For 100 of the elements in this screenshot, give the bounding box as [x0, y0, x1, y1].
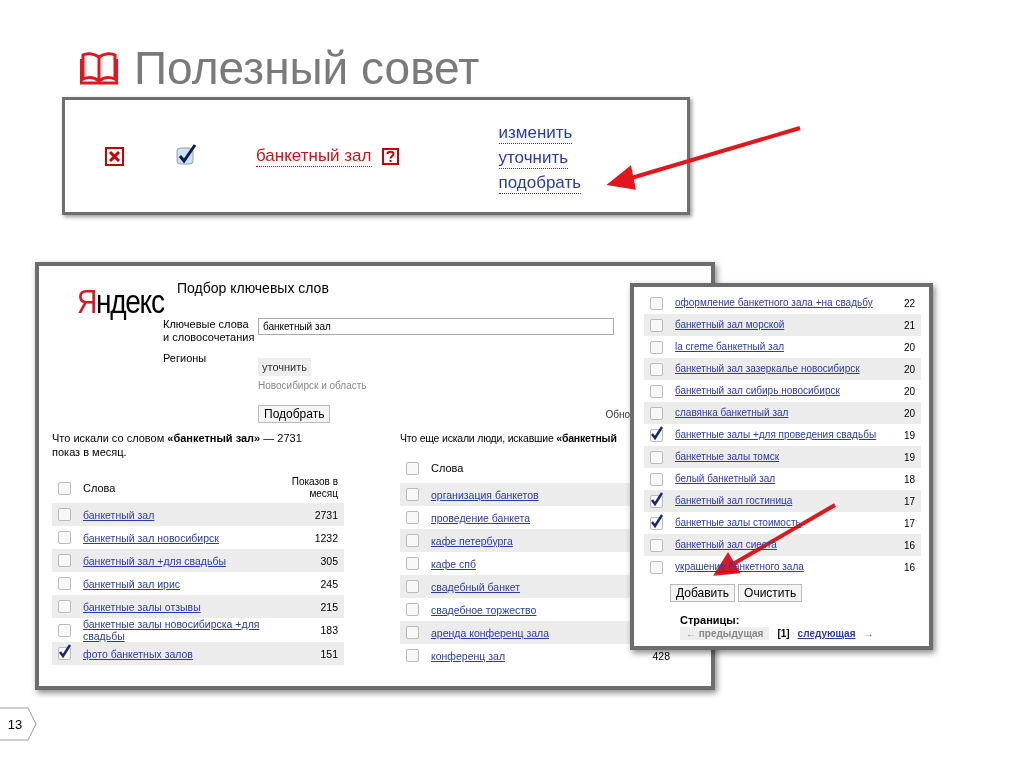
- column-header: Слова: [83, 482, 116, 494]
- checkbox[interactable]: [406, 649, 419, 662]
- current-page: [1]: [777, 628, 790, 639]
- update-text: Обно: [605, 408, 630, 420]
- checkbox[interactable]: [406, 603, 419, 616]
- checkbox[interactable]: [406, 626, 419, 639]
- keyword-link[interactable]: la creme банкетный зал: [675, 341, 785, 353]
- action-link[interactable]: изменить: [498, 122, 573, 144]
- checkbox[interactable]: [650, 516, 663, 530]
- keyword-link[interactable]: белый банкетный зал: [675, 473, 776, 485]
- delete-icon[interactable]: [105, 146, 124, 166]
- keyword-link[interactable]: банкетный зал сибирь новосибирск: [675, 385, 840, 397]
- column-header: Показов в месяц: [290, 476, 338, 500]
- checkbox[interactable]: [58, 554, 71, 567]
- field-label: Ключевые слова и словосочетания: [163, 318, 255, 344]
- impressions-count: 20: [903, 363, 915, 375]
- action-link[interactable]: уточнить: [498, 147, 569, 169]
- keyword-link[interactable]: банкетный зал гостиница: [675, 495, 793, 507]
- checkbox[interactable]: [58, 577, 71, 590]
- checkbox[interactable]: [406, 511, 419, 524]
- keyword-link[interactable]: банкетные залы новосибирска +для свадьбы: [83, 618, 273, 642]
- impressions-count: 151: [320, 647, 338, 660]
- action-button[interactable]: Добавить: [670, 584, 736, 602]
- keyword-link[interactable]: банкетный зал зазеркалье новосибирск: [675, 363, 860, 375]
- keyword-link[interactable]: банкетные залы +для проведения свадьбы: [675, 429, 877, 441]
- checkbox[interactable]: [650, 296, 663, 310]
- keyword-link[interactable]: банкетные залы томск: [675, 451, 780, 463]
- checkbox[interactable]: [406, 461, 419, 475]
- impressions-count: 245: [320, 577, 338, 590]
- checkbox[interactable]: [650, 406, 663, 420]
- column-header: Слова: [431, 462, 464, 474]
- checkbox[interactable]: [650, 340, 663, 354]
- impressions-count: 20: [903, 385, 915, 397]
- keyword-link[interactable]: кафе спб: [431, 557, 476, 570]
- book-icon: [80, 51, 118, 85]
- next-page-link[interactable]: следующая: [797, 628, 856, 639]
- keyword-link[interactable]: банкетные залы отзывы: [83, 600, 201, 613]
- impressions-count: 18: [903, 473, 915, 485]
- checkbox[interactable]: [58, 481, 71, 495]
- action-link[interactable]: подобрать: [498, 172, 582, 194]
- pages-label: Страницы:: [680, 614, 741, 626]
- page-heading: Подбор ключевых слов: [177, 280, 329, 296]
- checkbox[interactable]: [650, 318, 663, 332]
- keyword-link[interactable]: свадебный банкет: [431, 580, 520, 593]
- checkbox[interactable]: [650, 538, 663, 552]
- submit-button[interactable]: Подобрать: [258, 405, 331, 423]
- checkbox[interactable]: [58, 600, 71, 613]
- impressions-count: 2731: [314, 508, 338, 521]
- next-arrow[interactable]: →: [863, 628, 874, 639]
- help-icon[interactable]: [381, 147, 399, 165]
- checkbox[interactable]: [58, 647, 71, 660]
- refine-button[interactable]: уточнить: [258, 358, 311, 376]
- checkbox[interactable]: [406, 488, 419, 501]
- keyword-link[interactable]: конференц зал: [431, 649, 506, 662]
- keywords-field[interactable]: банкетный зал: [258, 318, 614, 335]
- keyword-link[interactable]: оформление банкетного зала +на свадьбу: [675, 297, 873, 309]
- impressions-count: 1232: [314, 531, 338, 544]
- impressions-count: 215: [320, 600, 338, 613]
- impressions-count: 17: [903, 495, 915, 507]
- checkbox[interactable]: [650, 472, 663, 486]
- checkbox[interactable]: [650, 384, 663, 398]
- checkbox[interactable]: [650, 494, 663, 508]
- keyword-link[interactable]: свадебное торжество: [431, 603, 537, 616]
- page-number: 13: [0, 707, 38, 741]
- slide-title: Полезный совет: [134, 41, 480, 96]
- impressions-count: 20: [903, 407, 915, 419]
- impressions-count: 20: [903, 341, 915, 353]
- keyword-link[interactable]: банкетный зал ирис: [83, 577, 181, 590]
- impressions-count: 21: [903, 319, 915, 331]
- field-label: Регионы: [163, 352, 208, 366]
- keyword-link[interactable]: банкетный зал +для свадьбы: [83, 554, 226, 567]
- impressions-count: 16: [903, 561, 915, 573]
- impressions-count: 428: [652, 649, 670, 662]
- checkbox[interactable]: [58, 508, 71, 521]
- checkbox[interactable]: [406, 557, 419, 570]
- keyword-link[interactable]: банкетный зал новосибирск: [83, 531, 219, 544]
- checkbox[interactable]: [650, 450, 663, 464]
- action-button[interactable]: Очистить: [738, 584, 803, 602]
- keyword-link[interactable]: фото банкетных залов: [83, 647, 193, 660]
- keyword-link[interactable]: банкетные залы стоимость: [675, 517, 801, 529]
- impressions-count: 16: [903, 539, 915, 551]
- keyword-link[interactable]: банкетный зал: [83, 508, 155, 521]
- checkbox[interactable]: [650, 362, 663, 376]
- checkbox[interactable]: [650, 560, 663, 574]
- keyword-phrase[interactable]: банкетный зал: [256, 145, 372, 167]
- keyword-link[interactable]: банкетный зал морской: [675, 319, 785, 331]
- checkbox[interactable]: [58, 623, 71, 637]
- impressions-count: 19: [903, 451, 915, 463]
- impressions-count: 19: [903, 429, 915, 441]
- logo: Яндекс: [77, 282, 164, 322]
- checkbox[interactable]: [406, 580, 419, 593]
- impressions-count: 17: [903, 517, 915, 529]
- checkbox[interactable]: [58, 531, 71, 544]
- checkbox[interactable]: [406, 534, 419, 547]
- keyword-link[interactable]: славянка банкетный зал: [675, 407, 789, 419]
- region-value: Новосибирск и область: [258, 380, 367, 391]
- keyword-link[interactable]: проведение банкета: [431, 511, 530, 524]
- checkbox[interactable]: [650, 428, 663, 442]
- keyword-link[interactable]: кафе петербурга: [431, 534, 513, 547]
- impressions-count: 22: [903, 297, 915, 309]
